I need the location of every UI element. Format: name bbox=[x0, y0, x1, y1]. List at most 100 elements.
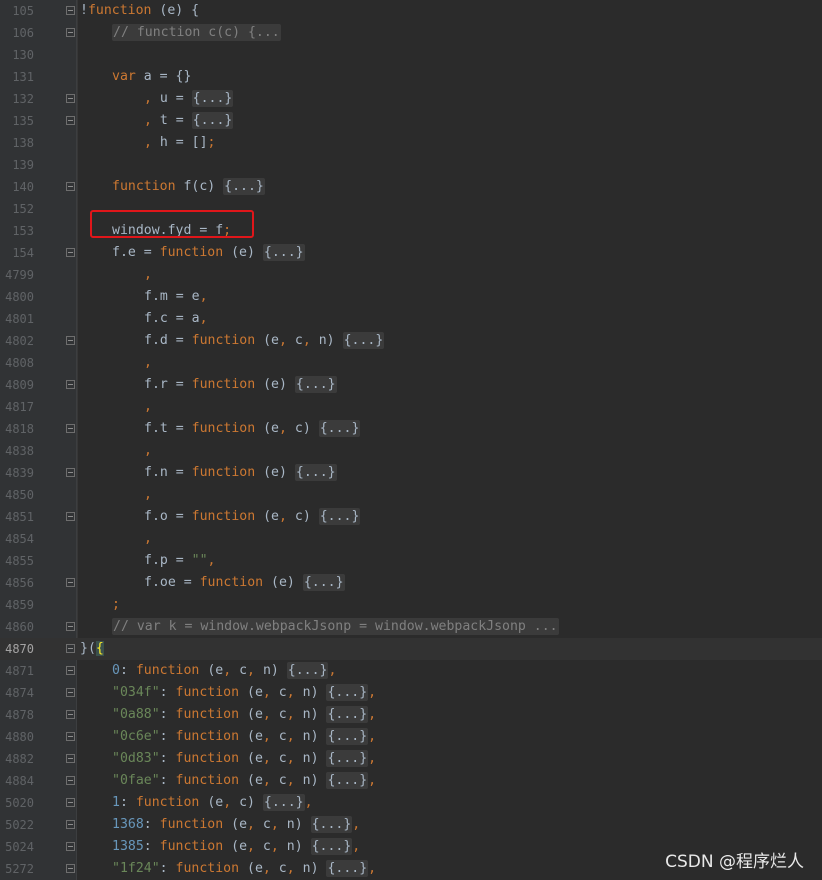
folded-region[interactable]: {...} bbox=[326, 706, 369, 723]
code-line[interactable]: 4800 f.m = e, bbox=[0, 286, 822, 308]
code-text[interactable]: // var k = window.webpackJsonp = window.… bbox=[112, 616, 559, 638]
fold-toggle-icon[interactable] bbox=[66, 468, 75, 477]
fold-toggle-icon[interactable] bbox=[66, 688, 75, 697]
folded-region[interactable]: // function c(c) {... bbox=[112, 24, 281, 41]
folded-region[interactable]: {...} bbox=[191, 112, 234, 129]
fold-toggle-icon[interactable] bbox=[66, 116, 75, 125]
code-line[interactable]: 5022 1368: function (e, c, n) {...}, bbox=[0, 814, 822, 836]
code-text[interactable]: f.t = function (e, c) {...} bbox=[144, 418, 361, 440]
fold-toggle-icon[interactable] bbox=[66, 754, 75, 763]
code-text[interactable]: f.e = function (e) {...} bbox=[112, 242, 305, 264]
code-line[interactable]: 135, t = {...} bbox=[0, 110, 822, 132]
code-text[interactable]: // function c(c) {... bbox=[112, 22, 281, 44]
folded-region[interactable]: {...} bbox=[310, 816, 353, 833]
folded-region[interactable]: {...} bbox=[326, 728, 369, 745]
code-line[interactable]: 4855 f.p = "", bbox=[0, 550, 822, 572]
code-line[interactable]: 4878 "0a88": function (e, c, n) {...}, bbox=[0, 704, 822, 726]
code-text[interactable]: 1368: function (e, c, n) {...}, bbox=[112, 814, 360, 836]
folded-region[interactable]: {...} bbox=[294, 464, 337, 481]
code-line[interactable]: 140 function f(c) {...} bbox=[0, 176, 822, 198]
fold-toggle-icon[interactable] bbox=[66, 644, 75, 653]
code-text[interactable]: f.d = function (e, c, n) {...} bbox=[144, 330, 385, 352]
code-line[interactable]: 4850, bbox=[0, 484, 822, 506]
fold-toggle-icon[interactable] bbox=[66, 94, 75, 103]
code-line[interactable]: 132, u = {...} bbox=[0, 88, 822, 110]
code-line[interactable]: 4818 f.t = function (e, c) {...} bbox=[0, 418, 822, 440]
folded-region[interactable]: {...} bbox=[262, 244, 305, 261]
code-text[interactable]: , u = {...} bbox=[144, 88, 234, 110]
code-line[interactable]: 105 !function (e) { bbox=[0, 0, 822, 22]
code-text[interactable]: "034f": function (e, c, n) {...}, bbox=[112, 682, 376, 704]
code-text[interactable]: "0d83": function (e, c, n) {...}, bbox=[112, 748, 376, 770]
folded-region[interactable]: {...} bbox=[191, 90, 234, 107]
code-text[interactable]: "1f24": function (e, c, n) {...}, bbox=[112, 858, 376, 880]
fold-toggle-icon[interactable] bbox=[66, 622, 75, 631]
code-line[interactable]: 4870}({ bbox=[0, 638, 822, 660]
code-text[interactable]: "0fae": function (e, c, n) {...}, bbox=[112, 770, 376, 792]
code-text[interactable]: f.oe = function (e) {...} bbox=[144, 572, 345, 594]
fold-toggle-icon[interactable] bbox=[66, 732, 75, 741]
code-text[interactable]: }({ bbox=[80, 638, 104, 660]
code-text[interactable]: f.n = function (e) {...} bbox=[144, 462, 337, 484]
folded-region[interactable]: {...} bbox=[302, 574, 345, 591]
folded-region[interactable]: {...} bbox=[262, 794, 305, 811]
fold-toggle-icon[interactable] bbox=[66, 6, 75, 15]
code-line[interactable]: 4799, bbox=[0, 264, 822, 286]
code-line[interactable]: 106 // function c(c) {... bbox=[0, 22, 822, 44]
code-line[interactable]: 4856 f.oe = function (e) {...} bbox=[0, 572, 822, 594]
code-line[interactable]: 138, h = []; bbox=[0, 132, 822, 154]
code-text[interactable]: , bbox=[144, 264, 152, 286]
folded-region[interactable]: {...} bbox=[310, 838, 353, 855]
folded-region[interactable]: {...} bbox=[318, 508, 361, 525]
code-text[interactable]: "0a88": function (e, c, n) {...}, bbox=[112, 704, 376, 726]
code-text[interactable]: , h = []; bbox=[144, 132, 215, 154]
code-line[interactable]: 4860 // var k = window.webpackJsonp = win… bbox=[0, 616, 822, 638]
fold-toggle-icon[interactable] bbox=[66, 336, 75, 345]
code-line[interactable]: 4808, bbox=[0, 352, 822, 374]
code-line[interactable]: 4871 0: function (e, c, n) {...}, bbox=[0, 660, 822, 682]
folded-region[interactable]: {...} bbox=[286, 662, 329, 679]
code-line[interactable]: 4882 "0d83": function (e, c, n) {...}, bbox=[0, 748, 822, 770]
code-editor[interactable]: 105 !function (e) {106// function c(c) {.… bbox=[0, 0, 822, 880]
fold-toggle-icon[interactable] bbox=[66, 248, 75, 257]
code-line[interactable]: 5020 1: function (e, c) {...}, bbox=[0, 792, 822, 814]
code-text[interactable]: f.m = e, bbox=[144, 286, 208, 308]
fold-toggle-icon[interactable] bbox=[66, 512, 75, 521]
code-line[interactable]: 4839 f.n = function (e) {...} bbox=[0, 462, 822, 484]
fold-toggle-icon[interactable] bbox=[66, 182, 75, 191]
fold-toggle-icon[interactable] bbox=[66, 424, 75, 433]
code-line[interactable]: 130 bbox=[0, 44, 822, 66]
folded-region[interactable]: {...} bbox=[326, 750, 369, 767]
code-line[interactable]: 4884 "0fae": function (e, c, n) {...}, bbox=[0, 770, 822, 792]
code-line[interactable]: 4809 f.r = function (e) {...} bbox=[0, 374, 822, 396]
code-text[interactable]: f.c = a, bbox=[144, 308, 208, 330]
code-line[interactable]: 4802 f.d = function (e, c, n) {...} bbox=[0, 330, 822, 352]
code-text[interactable]: , bbox=[144, 484, 152, 506]
code-text[interactable]: ; bbox=[112, 594, 120, 616]
code-line[interactable]: 131 var a = {} bbox=[0, 66, 822, 88]
fold-toggle-icon[interactable] bbox=[66, 864, 75, 873]
code-text[interactable]: !function (e) { bbox=[80, 0, 199, 22]
code-text[interactable]: "0c6e": function (e, c, n) {...}, bbox=[112, 726, 376, 748]
folded-region[interactable]: {...} bbox=[326, 684, 369, 701]
code-text[interactable]: f.o = function (e, c) {...} bbox=[144, 506, 361, 528]
folded-region[interactable]: {...} bbox=[318, 420, 361, 437]
code-text[interactable]: 1: function (e, c) {...}, bbox=[112, 792, 313, 814]
fold-toggle-icon[interactable] bbox=[66, 578, 75, 587]
code-line[interactable]: 4880 "0c6e": function (e, c, n) {...}, bbox=[0, 726, 822, 748]
folded-region[interactable]: {...} bbox=[223, 178, 265, 195]
folded-region[interactable]: // var k = window.webpackJsonp = window.… bbox=[112, 618, 559, 635]
code-text[interactable]: , bbox=[144, 528, 152, 550]
fold-toggle-icon[interactable] bbox=[66, 820, 75, 829]
folded-region[interactable]: {...} bbox=[326, 860, 369, 877]
code-line[interactable]: 4838, bbox=[0, 440, 822, 462]
fold-toggle-icon[interactable] bbox=[66, 842, 75, 851]
code-text[interactable]: , bbox=[144, 352, 152, 374]
code-text[interactable]: function f(c) {...} bbox=[112, 176, 265, 198]
fold-toggle-icon[interactable] bbox=[66, 380, 75, 389]
code-text[interactable]: var a = {} bbox=[112, 66, 191, 88]
code-text[interactable]: , bbox=[144, 396, 152, 418]
code-text[interactable]: , bbox=[144, 440, 152, 462]
code-line[interactable]: 154 f.e = function (e) {...} bbox=[0, 242, 822, 264]
folded-region[interactable]: {...} bbox=[342, 332, 385, 349]
